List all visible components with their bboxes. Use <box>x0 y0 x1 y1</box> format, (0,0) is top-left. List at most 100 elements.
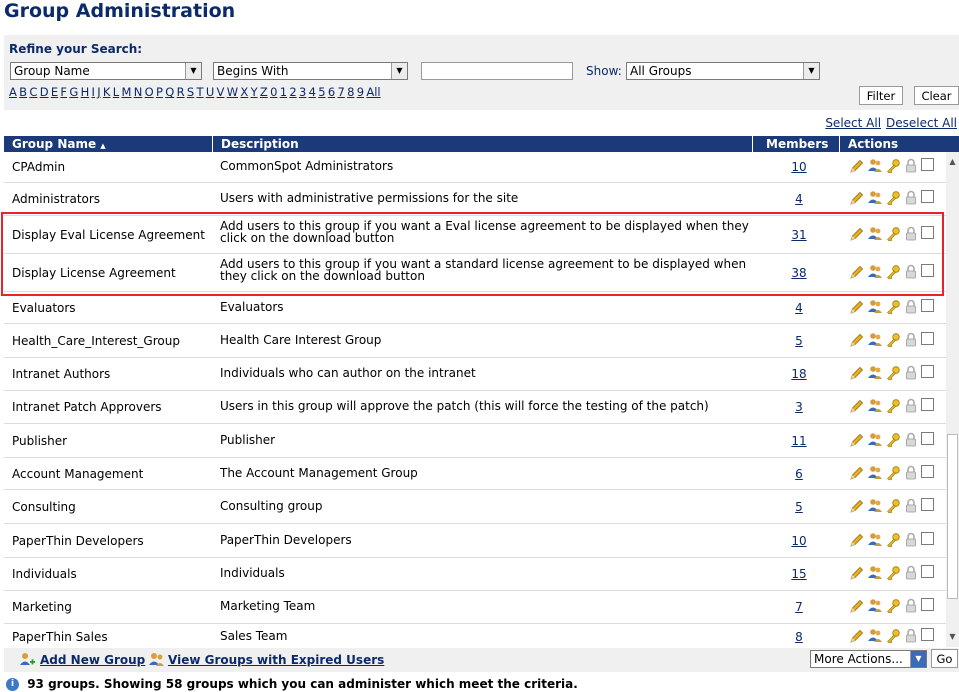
view-expired-groups-link[interactable]: View Groups with Expired Users <box>168 653 384 667</box>
lock-icon[interactable] <box>903 332 919 348</box>
letter-filter-link[interactable]: N <box>134 85 143 99</box>
clear-button[interactable]: Clear <box>914 86 959 105</box>
edit-pencil-icon[interactable] <box>849 332 865 348</box>
group-members-icon[interactable] <box>867 498 883 514</box>
select-checkbox[interactable] <box>921 299 934 312</box>
letter-filter-link[interactable]: 4 <box>309 85 316 99</box>
letter-filter-link[interactable]: S <box>187 85 194 99</box>
key-permissions-icon[interactable] <box>885 332 901 348</box>
letter-filter-link[interactable]: H <box>81 85 90 99</box>
members-count-link[interactable]: 8 <box>786 630 812 644</box>
edit-pencil-icon[interactable] <box>849 299 865 315</box>
select-checkbox[interactable] <box>921 365 934 378</box>
scroll-up-icon[interactable]: ▲ <box>946 156 959 168</box>
members-count-link[interactable]: 5 <box>786 334 812 348</box>
group-members-icon[interactable] <box>867 398 883 414</box>
select-checkbox[interactable] <box>921 532 934 545</box>
edit-pencil-icon[interactable] <box>849 398 865 414</box>
letter-filter-link[interactable]: 9 <box>357 85 364 99</box>
go-button[interactable]: Go <box>931 649 958 668</box>
letter-filter-link[interactable]: G <box>69 85 78 99</box>
members-count-link[interactable]: 7 <box>786 600 812 614</box>
edit-pencil-icon[interactable] <box>849 628 865 644</box>
letter-filter-link[interactable]: 6 <box>328 85 335 99</box>
edit-pencil-icon[interactable] <box>849 532 865 548</box>
letter-filter-link[interactable]: L <box>113 85 119 99</box>
letter-filter-link[interactable]: F <box>60 85 67 99</box>
letter-filter-link[interactable]: U <box>206 85 214 99</box>
key-permissions-icon[interactable] <box>885 299 901 315</box>
group-members-icon[interactable] <box>867 190 883 206</box>
members-count-link[interactable]: 38 <box>786 266 812 280</box>
members-count-link[interactable]: 4 <box>786 192 812 206</box>
lock-icon[interactable] <box>903 598 919 614</box>
edit-pencil-icon[interactable] <box>849 264 865 280</box>
members-count-link[interactable]: 5 <box>786 500 812 514</box>
members-count-link[interactable]: 15 <box>786 567 812 581</box>
letter-filter-link[interactable]: E <box>51 85 58 99</box>
letter-filter-link[interactable]: 5 <box>318 85 325 99</box>
group-members-icon[interactable] <box>867 264 883 280</box>
select-checkbox[interactable] <box>921 432 934 445</box>
letter-filter-link[interactable]: C <box>29 85 37 99</box>
letter-filter-link[interactable]: W <box>227 85 238 99</box>
match-type-select[interactable]: Begins With ▼ <box>213 62 408 80</box>
edit-pencil-icon[interactable] <box>849 598 865 614</box>
letter-filter-link[interactable]: 2 <box>289 85 296 99</box>
members-count-link[interactable]: 10 <box>786 160 812 174</box>
group-members-icon[interactable] <box>867 628 883 644</box>
lock-icon[interactable] <box>903 628 919 644</box>
more-actions-select[interactable]: More Actions... ▼ <box>810 650 927 668</box>
select-checkbox[interactable] <box>921 190 934 203</box>
lock-icon[interactable] <box>903 565 919 581</box>
members-count-link[interactable]: 6 <box>786 467 812 481</box>
letter-filter-link[interactable]: K <box>103 85 111 99</box>
key-permissions-icon[interactable] <box>885 398 901 414</box>
header-group-name[interactable]: Group Name ▲ <box>4 136 212 152</box>
letter-filter-link[interactable]: O <box>145 85 154 99</box>
group-members-icon[interactable] <box>867 598 883 614</box>
letter-filter-link[interactable]: A <box>9 85 17 99</box>
lock-icon[interactable] <box>903 465 919 481</box>
select-checkbox[interactable] <box>921 565 934 578</box>
key-permissions-icon[interactable] <box>885 498 901 514</box>
select-checkbox[interactable] <box>921 498 934 511</box>
search-text-input[interactable] <box>421 62 573 80</box>
table-scrollbar[interactable]: ▲ ▼ <box>946 152 959 647</box>
members-count-link[interactable]: 18 <box>786 367 812 381</box>
lock-icon[interactable] <box>903 432 919 448</box>
letter-filter-link[interactable]: T <box>196 85 203 99</box>
edit-pencil-icon[interactable] <box>849 565 865 581</box>
edit-pencil-icon[interactable] <box>849 365 865 381</box>
key-permissions-icon[interactable] <box>885 532 901 548</box>
letter-filter-link[interactable]: J <box>97 85 100 99</box>
letter-filter-link[interactable]: X <box>240 85 248 99</box>
select-checkbox[interactable] <box>921 628 934 641</box>
members-count-link[interactable]: 4 <box>786 301 812 315</box>
key-permissions-icon[interactable] <box>885 598 901 614</box>
members-count-link[interactable]: 3 <box>786 400 812 414</box>
select-checkbox[interactable] <box>921 465 934 478</box>
group-members-icon[interactable] <box>867 299 883 315</box>
key-permissions-icon[interactable] <box>885 190 901 206</box>
lock-icon[interactable] <box>903 190 919 206</box>
edit-pencil-icon[interactable] <box>849 190 865 206</box>
group-members-icon[interactable] <box>867 565 883 581</box>
letter-filter-link[interactable]: I <box>92 85 95 99</box>
group-members-icon[interactable] <box>867 465 883 481</box>
deselect-all-link[interactable]: Deselect All <box>886 116 957 130</box>
select-checkbox[interactable] <box>921 598 934 611</box>
key-permissions-icon[interactable] <box>885 565 901 581</box>
letter-filter-link[interactable]: Q <box>165 85 174 99</box>
edit-pencil-icon[interactable] <box>849 432 865 448</box>
edit-pencil-icon[interactable] <box>849 158 865 174</box>
edit-pencil-icon[interactable] <box>849 498 865 514</box>
filter-button[interactable]: Filter <box>859 86 903 105</box>
group-members-icon[interactable] <box>867 532 883 548</box>
group-members-icon[interactable] <box>867 158 883 174</box>
search-field-select[interactable]: Group Name ▼ <box>10 62 202 80</box>
letter-filter-link[interactable]: M <box>121 85 131 99</box>
add-new-group-link[interactable]: Add New Group <box>40 653 145 667</box>
key-permissions-icon[interactable] <box>885 465 901 481</box>
edit-pencil-icon[interactable] <box>849 465 865 481</box>
